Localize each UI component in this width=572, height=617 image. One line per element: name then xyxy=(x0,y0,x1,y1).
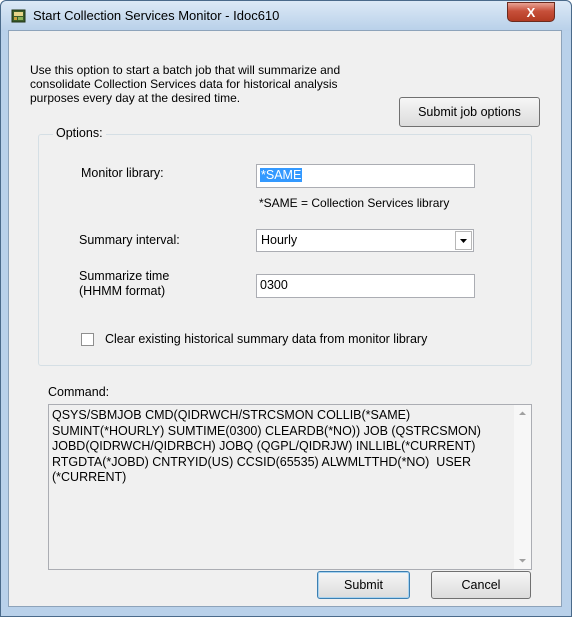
scroll-up-arrow-icon[interactable] xyxy=(514,405,531,422)
command-textarea[interactable]: QSYS/SBMJOB CMD(QIDRWCH/STRCSMON COLLIB(… xyxy=(48,404,532,570)
close-icon: X xyxy=(526,5,536,20)
command-text: QSYS/SBMJOB CMD(QIDRWCH/STRCSMON COLLIB(… xyxy=(52,408,485,484)
scroll-down-arrow-icon[interactable] xyxy=(514,552,531,569)
summary-interval-select[interactable]: Hourly xyxy=(256,229,474,252)
options-legend: Options: xyxy=(53,126,106,140)
intro-text: Use this option to start a batch job tha… xyxy=(30,63,341,105)
summary-interval-label: Summary interval: xyxy=(79,233,180,247)
monitor-library-input[interactable]: *SAME xyxy=(256,164,475,188)
submit-job-options-button[interactable]: Submit job options xyxy=(399,97,540,127)
summarize-time-input[interactable]: 0300 xyxy=(256,274,475,298)
clear-data-checkbox[interactable] xyxy=(81,333,94,346)
summarize-time-label-line1: Summarize time xyxy=(79,269,170,283)
app-icon xyxy=(11,9,26,23)
summarize-time-label: Summarize time (HHMM format) xyxy=(79,269,169,299)
title-bar[interactable]: Start Collection Services Monitor - Idoc… xyxy=(1,1,571,31)
clear-data-checkbox-label[interactable]: Clear existing historical summary data f… xyxy=(105,332,427,346)
monitor-library-value: *SAME xyxy=(260,168,303,182)
summary-interval-value: Hourly xyxy=(261,233,298,247)
command-scrollbar[interactable] xyxy=(514,405,531,569)
monitor-library-label: Monitor library: xyxy=(81,166,164,180)
dropdown-button[interactable] xyxy=(455,231,472,250)
cancel-button[interactable]: Cancel xyxy=(431,571,531,599)
window-title: Start Collection Services Monitor - Idoc… xyxy=(33,8,280,23)
command-label: Command: xyxy=(48,385,110,399)
chevron-down-icon xyxy=(460,239,467,243)
monitor-library-hint: *SAME = Collection Services library xyxy=(259,196,450,210)
summarize-time-label-line2: (HHMM format) xyxy=(79,284,166,298)
submit-button[interactable]: Submit xyxy=(317,571,410,599)
close-button[interactable]: X xyxy=(507,2,555,22)
